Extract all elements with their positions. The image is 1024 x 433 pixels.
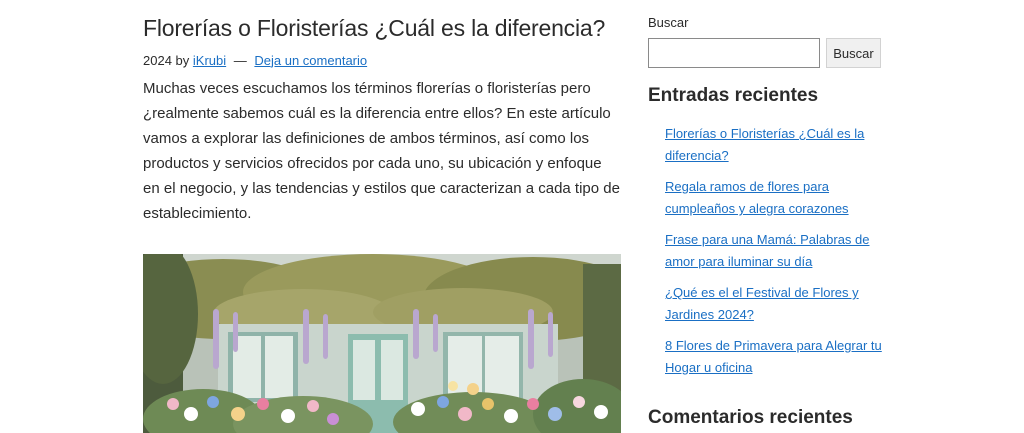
search-form: Buscar bbox=[648, 38, 898, 68]
post-date: 2024 by bbox=[143, 52, 190, 68]
recent-posts-list: Florerías o Floristerías ¿Cuál es la dif… bbox=[648, 123, 898, 379]
recent-posts-title: Entradas recientes bbox=[648, 85, 819, 106]
comment-link[interactable]: Deja un comentario bbox=[254, 53, 367, 68]
post-title[interactable]: Florerías o Floristerías ¿Cuál es la dif… bbox=[143, 14, 621, 44]
recent-post-link[interactable]: 8 Flores de Primavera para Alegrar tu Ho… bbox=[665, 338, 882, 375]
author-link[interactable]: iKrubi bbox=[193, 53, 226, 68]
search-input[interactable] bbox=[648, 38, 820, 68]
recent-post-link[interactable]: Florerías o Floristerías ¿Cuál es la dif… bbox=[665, 126, 864, 163]
post-meta: 2024 by iKrubi — Deja un comentario bbox=[143, 53, 621, 68]
recent-post-link[interactable]: Frase para una Mamá: Palabras de amor pa… bbox=[665, 232, 870, 269]
featured-image[interactable] bbox=[143, 254, 621, 433]
sidebar: Buscar Buscar Entradas recientes Florerí… bbox=[648, 14, 898, 428]
search-label: Buscar bbox=[648, 15, 689, 30]
recent-comments-title: Comentarios recientes bbox=[648, 407, 853, 428]
post-excerpt: Muchas veces escuchamos los términos flo… bbox=[143, 79, 620, 222]
flower-shop-illustration bbox=[143, 254, 621, 433]
article: Florerías o Floristerías ¿Cuál es la dif… bbox=[143, 14, 621, 226]
recent-post-link[interactable]: Regala ramos de flores para cumpleaños y… bbox=[665, 179, 849, 216]
list-item: ¿Qué es el el Festival de Flores y Jardi… bbox=[665, 282, 898, 326]
search-button[interactable]: Buscar bbox=[826, 38, 881, 68]
list-item: Frase para una Mamá: Palabras de amor pa… bbox=[665, 229, 898, 273]
meta-separator: — bbox=[233, 52, 247, 68]
recent-post-link[interactable]: ¿Qué es el el Festival de Flores y Jardi… bbox=[665, 285, 859, 322]
list-item: Regala ramos de flores para cumpleaños y… bbox=[665, 176, 898, 220]
list-item: Florerías o Floristerías ¿Cuál es la dif… bbox=[665, 123, 898, 167]
list-item: 8 Flores de Primavera para Alegrar tu Ho… bbox=[665, 335, 898, 379]
